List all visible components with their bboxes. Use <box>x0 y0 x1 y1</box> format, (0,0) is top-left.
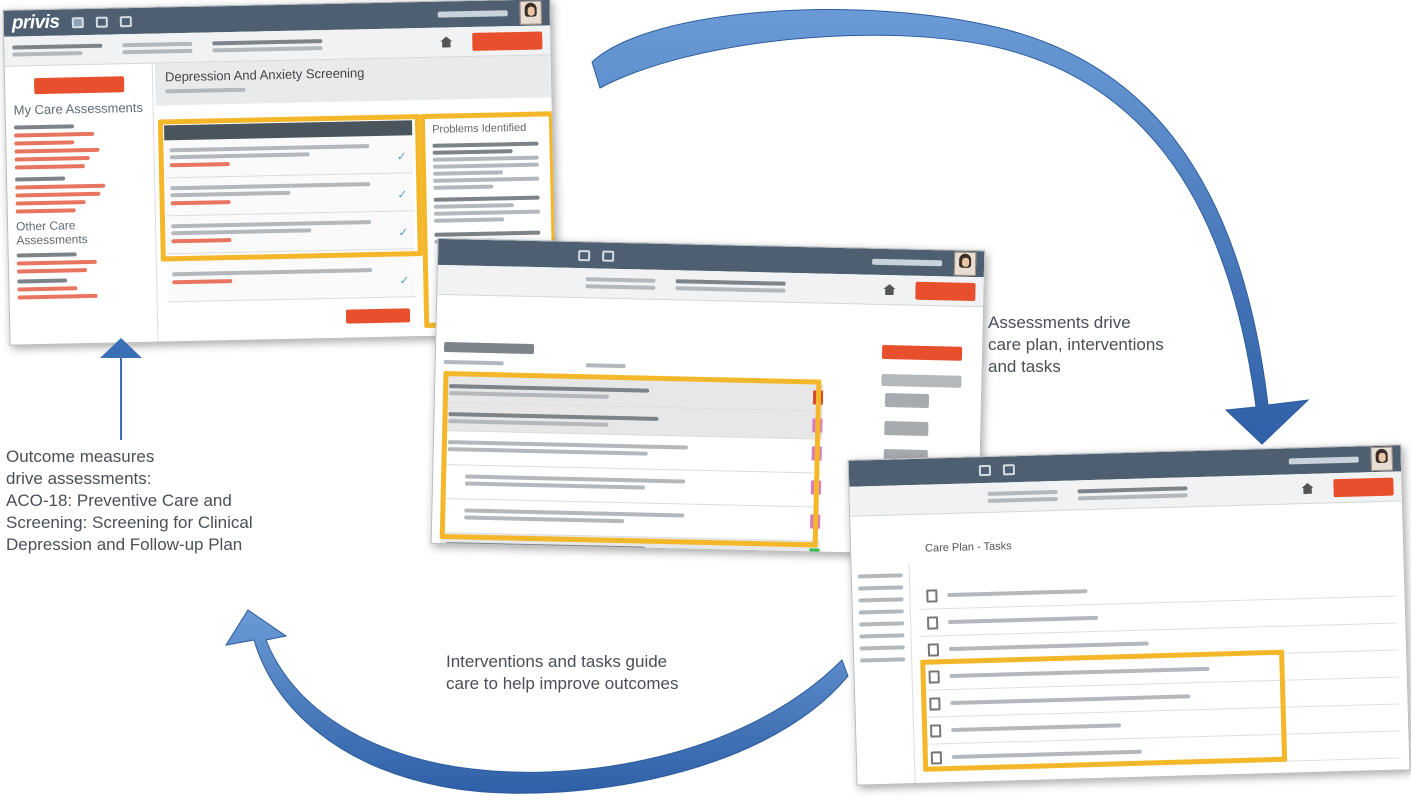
document-icon <box>926 615 939 630</box>
user-avatar <box>1370 446 1394 472</box>
nav-icon <box>71 16 84 28</box>
document-icon <box>926 588 938 603</box>
action-button <box>884 393 930 409</box>
caption-line: Outcome measures <box>6 447 155 466</box>
new-assessment-button <box>33 76 124 95</box>
caption-line: care plan, interventions <box>988 335 1164 354</box>
caption-outcome-measures: Outcome measures drive assessments: ACO-… <box>6 446 336 556</box>
caption-interventions-guide: Interventions and tasks guide care to he… <box>446 651 776 695</box>
caption-line: Interventions and tasks guide <box>446 652 668 671</box>
caption-line: Assessments drive <box>988 313 1131 332</box>
caption-line: Depression and Follow-up Plan <box>6 535 243 554</box>
nav-icon <box>602 250 615 262</box>
caption-line: care to help improve outcomes <box>446 674 679 693</box>
assessment-list: My Care Assessments Other Care Assessmen… <box>4 63 159 345</box>
privis-logo: privis <box>11 11 60 34</box>
action-button <box>472 30 543 51</box>
page-title: Depression And Anxiety Screening <box>164 65 365 85</box>
action-button <box>915 281 976 301</box>
caption-line: drive assessments: <box>6 469 152 488</box>
caption-assessments-drive: Assessments drive care plan, interventio… <box>988 312 1208 378</box>
form-header: Depression And Anxiety Screening <box>154 55 552 106</box>
section-heading: Other Care Assessments <box>15 218 88 248</box>
tasks-screenshot: Care Plan - Tasks <box>847 444 1411 786</box>
user-link <box>872 258 943 267</box>
up-arrow <box>100 338 142 440</box>
action-button <box>1333 477 1394 497</box>
action-button <box>884 421 929 437</box>
nav-icon <box>119 15 132 27</box>
highlight-box <box>157 114 423 262</box>
user-link <box>437 10 508 18</box>
nav-icon <box>1002 463 1016 475</box>
caption-line: ACO-18: Preventive Care and <box>6 491 232 510</box>
caption-line: and tasks <box>988 357 1061 376</box>
nav-icon <box>978 464 992 476</box>
action-button <box>881 344 963 361</box>
home-icon <box>883 284 895 295</box>
nav-icon <box>578 249 591 261</box>
complete-button <box>345 308 411 324</box>
arrow-to-outcomes <box>224 609 849 794</box>
nav-icon <box>95 16 108 28</box>
check-icon: ✓ <box>399 273 410 288</box>
user-link <box>1288 456 1359 465</box>
document-icon <box>927 642 940 657</box>
highlight-box <box>439 370 822 548</box>
highlight-box <box>920 649 1288 772</box>
user-avatar <box>519 0 542 25</box>
side-menu <box>851 563 916 785</box>
home-icon <box>440 36 452 47</box>
home-icon <box>1301 483 1313 494</box>
section-heading: Care Plan - Tasks <box>924 540 1012 555</box>
caption-line: Screening: Screening for Clinical <box>6 513 253 532</box>
section-heading: My Care Assessments <box>13 99 144 118</box>
user-avatar <box>953 251 977 277</box>
